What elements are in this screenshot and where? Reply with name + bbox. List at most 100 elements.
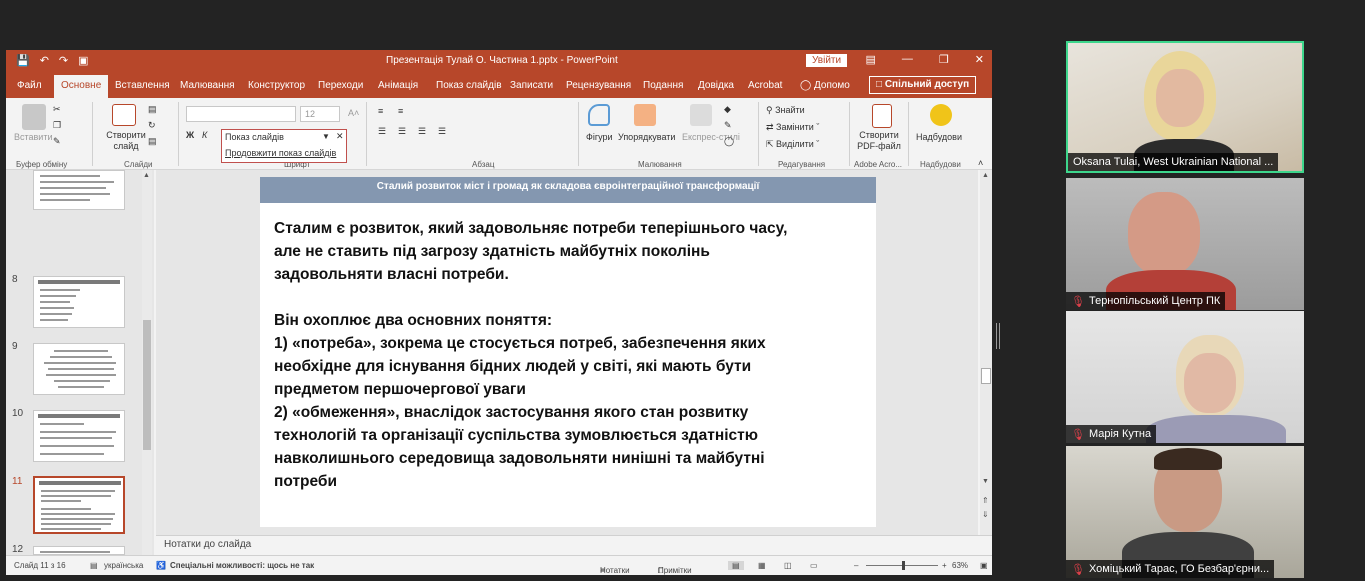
create-pdf-icon[interactable] <box>872 104 892 128</box>
slide-scrollbar[interactable]: ▲ ▼ ⇑ ⇓ <box>980 170 992 535</box>
tab-acrobat[interactable]: Acrobat <box>748 80 782 91</box>
align-left-icon[interactable]: ☰ <box>378 126 386 137</box>
zoom-out-icon[interactable]: – <box>854 561 858 570</box>
format-painter-icon[interactable]: ✎ <box>53 136 61 147</box>
new-slide-button[interactable]: Створити слайд <box>100 130 152 152</box>
tab-slideshow[interactable]: Показ слайдів <box>436 80 502 91</box>
addins-button[interactable]: Надбудови <box>916 132 962 142</box>
language-status[interactable]: українська <box>104 561 143 570</box>
font-grow-icon[interactable]: A˄ <box>348 108 359 118</box>
tab-draw[interactable]: Малювання <box>180 80 235 91</box>
slide-thumbnail[interactable] <box>33 170 125 210</box>
tab-record[interactable]: Записати <box>510 80 553 91</box>
ribbon-display-icon[interactable]: ▤ <box>866 53 876 66</box>
shapes-icon[interactable] <box>588 104 610 126</box>
zoom-level[interactable]: 63% <box>952 561 968 570</box>
undo-icon[interactable]: ↶ <box>40 54 49 67</box>
spellcheck-icon[interactable]: ▤ <box>90 561 98 570</box>
accessibility-icon[interactable]: ♿ <box>156 561 166 570</box>
arrange-icon[interactable] <box>634 104 656 126</box>
cut-icon[interactable]: ✂ <box>53 104 61 115</box>
shapes-button[interactable]: Фігури <box>586 132 613 142</box>
shape-fill-icon[interactable]: ◆ <box>724 104 731 115</box>
tab-animations[interactable]: Анімація <box>378 80 418 91</box>
accessibility-status[interactable]: Спеціальні можливості: щось не так <box>170 561 314 570</box>
tab-view[interactable]: Подання <box>643 80 683 91</box>
share-button[interactable]: □ Спільний доступ <box>869 76 977 94</box>
participant-video[interactable]: 🎙 Хоміцький Тарас, ГО Безбар'єрни... <box>1066 446 1304 578</box>
paste-icon[interactable] <box>22 104 46 130</box>
scroll-up-icon[interactable]: ▲ <box>143 172 150 179</box>
participant-video[interactable]: 🎙 Тернопільський Центр ПК <box>1066 178 1304 310</box>
font-name-input[interactable] <box>186 106 296 122</box>
scroll-thumb[interactable] <box>143 320 151 450</box>
reset-icon[interactable]: ↻ <box>148 120 156 131</box>
redo-icon[interactable]: ↷ <box>59 54 68 67</box>
scroll-down-icon[interactable]: ▼ <box>982 478 989 485</box>
participant-video-active[interactable]: Oksana Tulai, West Ukrainian National ..… <box>1066 41 1304 173</box>
shape-effects-icon[interactable]: ◯ <box>724 136 734 147</box>
normal-view-icon[interactable]: ▤ <box>728 561 744 570</box>
tab-review[interactable]: Рецензування <box>566 80 631 91</box>
slide-sorter-icon[interactable]: ▦ <box>758 561 766 570</box>
arrange-button[interactable]: Упорядкувати <box>618 132 675 142</box>
copy-icon[interactable]: ❐ <box>53 120 61 131</box>
present-icon[interactable]: ▣ <box>78 54 88 67</box>
panel-splitter[interactable] <box>996 323 1000 349</box>
current-slide[interactable]: Сталий розвиток міст і громад як складов… <box>260 177 876 527</box>
numbering-icon[interactable]: ≡ <box>398 106 403 116</box>
reading-view-icon[interactable]: ◫ <box>784 561 792 570</box>
tab-design[interactable]: Конструктор <box>248 80 305 91</box>
slide-thumbnail-selected[interactable] <box>33 476 125 534</box>
tab-insert[interactable]: Вставлення <box>115 80 170 91</box>
find-button[interactable]: ⚲ Знайти <box>766 105 805 116</box>
select-button[interactable]: ⇱ Виділити ˇ <box>766 139 819 150</box>
slide-thumbnail[interactable] <box>33 276 125 328</box>
scroll-up-icon[interactable]: ▲ <box>982 172 989 179</box>
continue-slideshow-link[interactable]: Продовжити показ слайдів <box>225 148 336 158</box>
slide-thumbnail[interactable] <box>33 343 125 395</box>
maximize-icon[interactable]: ❐ <box>939 53 949 66</box>
quick-styles-icon[interactable] <box>690 104 712 126</box>
slide-body[interactable]: Сталим є розвиток, який задовольняє потр… <box>274 217 864 493</box>
create-pdf-button[interactable]: Створити PDF-файл <box>854 130 904 152</box>
slide-thumbnail[interactable] <box>33 410 125 462</box>
addins-icon[interactable] <box>930 104 952 126</box>
bold-icon[interactable]: Ж <box>186 130 194 140</box>
layout-icon[interactable]: ▤ <box>148 104 157 115</box>
next-slide-icon[interactable]: ⇓ <box>982 510 989 519</box>
zoom-in-icon[interactable]: + <box>942 561 947 570</box>
slide-thumbnail[interactable] <box>33 546 125 555</box>
new-slide-icon[interactable] <box>112 104 136 126</box>
collapse-ribbon-icon[interactable]: ˄ <box>978 158 983 168</box>
section-icon[interactable]: ▤ <box>148 136 157 147</box>
sign-in-button[interactable]: Увійти <box>806 54 848 67</box>
slideshow-view-icon[interactable]: ▭ <box>810 561 818 570</box>
align-center-icon[interactable]: ☰ <box>398 126 406 137</box>
justify-icon[interactable]: ☰ <box>438 126 446 137</box>
bullets-icon[interactable]: ≡ <box>378 106 383 116</box>
tab-file[interactable]: Файл <box>17 80 42 91</box>
fit-slide-icon[interactable]: ▣ <box>980 561 988 570</box>
zoom-slider-knob[interactable] <box>902 561 905 570</box>
save-icon[interactable]: 💾 <box>16 54 30 67</box>
tab-transitions[interactable]: Переходи <box>318 80 363 91</box>
italic-icon[interactable]: К <box>202 130 207 140</box>
paste-button-label[interactable]: Вставити <box>14 132 53 142</box>
thumbnail-scrollbar[interactable]: ▲ <box>142 170 152 555</box>
replace-button[interactable]: ⇄ Замінити ˇ <box>766 122 819 133</box>
notes-pane[interactable]: Нотатки до слайда <box>156 535 992 555</box>
tab-home[interactable]: Основне <box>54 75 109 98</box>
tab-tell-me[interactable]: Допомо <box>814 80 850 91</box>
tab-help[interactable]: Довідка <box>698 80 734 91</box>
minimize-icon[interactable]: — <box>902 53 913 66</box>
shape-outline-icon[interactable]: ✎ <box>724 120 732 131</box>
dropdown-arrow-icon[interactable]: ▼ <box>322 132 330 141</box>
font-size-input[interactable]: 12 <box>300 106 340 122</box>
previous-slide-icon[interactable]: ⇑ <box>982 496 989 505</box>
close-dropdown-icon[interactable]: ✕ <box>336 131 344 142</box>
scroll-thumb[interactable] <box>981 368 991 384</box>
close-icon[interactable]: ✕ <box>975 53 984 66</box>
align-right-icon[interactable]: ☰ <box>418 126 426 137</box>
participant-video[interactable]: 🎙 Марія Кутна <box>1066 311 1304 443</box>
